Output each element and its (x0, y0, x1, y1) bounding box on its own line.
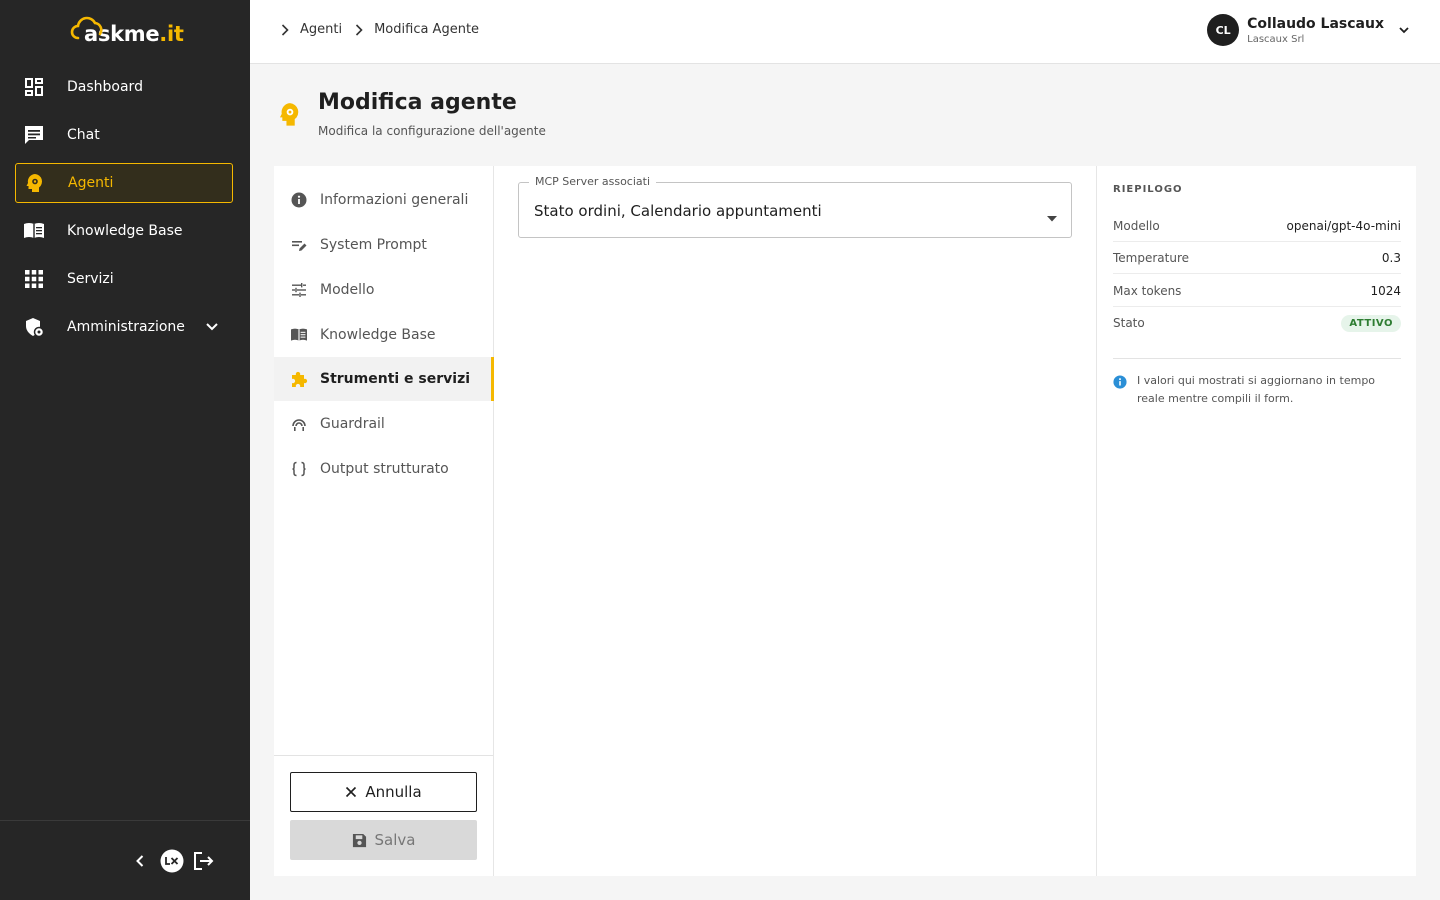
chevron-right-icon (280, 23, 290, 36)
tab-label: Informazioni generali (320, 192, 469, 208)
edit-lines-icon (290, 236, 308, 254)
sidebar-item-label: Amministrazione (67, 319, 185, 335)
sidebar-item-label: Chat (67, 127, 100, 143)
summary-key: Stato (1113, 316, 1145, 330)
tab-label: Output strutturato (320, 461, 449, 477)
admin-shield-icon (23, 316, 45, 338)
page-subtitle: Modifica la configurazione dell'agente (318, 124, 546, 138)
summary-row-max-tokens: Max tokens 1024 (1113, 275, 1401, 307)
logout-icon[interactable] (192, 849, 216, 873)
tab-label: Guardrail (320, 416, 385, 432)
summary-value: openai/gpt-4o-mini (1286, 218, 1401, 233)
section-tabs: Informazioni generali System Prompt Mode… (274, 166, 494, 876)
sidebar-item-label: Servizi (67, 271, 114, 287)
agent-head-icon (24, 172, 46, 194)
info-icon (290, 191, 308, 209)
summary-value: 0.3 (1381, 250, 1401, 265)
summary-row-stato: Stato ATTIVO (1113, 307, 1401, 339)
chat-icon (23, 124, 45, 146)
chevron-down-icon[interactable] (205, 319, 219, 338)
sidebar-item-knowledge-base[interactable]: Knowledge Base (15, 211, 233, 251)
save-label: Salva (374, 831, 416, 849)
user-org: Lascaux Srl (1247, 33, 1305, 45)
tab-label: Strumenti e servizi (320, 371, 471, 387)
sidebar-item-chat[interactable]: Chat (15, 115, 233, 155)
puzzle-icon (290, 370, 308, 388)
form-actions: Annulla Salva (274, 755, 493, 876)
summary-key: Max tokens (1113, 283, 1182, 298)
breadcrumb-item-current: Modifica Agente (374, 22, 480, 37)
summary-key: Modello (1113, 218, 1160, 233)
summary-row-modello: Modello openai/gpt-4o-mini (1113, 210, 1401, 242)
cancel-button[interactable]: Annulla (290, 772, 477, 812)
lx-logo-icon (160, 849, 184, 873)
close-icon (345, 786, 357, 798)
chevron-down-icon[interactable] (1398, 21, 1410, 40)
tab-informazioni-generali[interactable]: Informazioni generali (274, 178, 494, 222)
divider (1113, 358, 1401, 359)
tab-guardrail[interactable]: Guardrail (274, 402, 494, 446)
user-menu[interactable]: CL Collaudo Lascaux Lascaux Srl (1207, 14, 1410, 46)
sidebar-item-dashboard[interactable]: Dashboard (15, 67, 233, 107)
summary-row-temperature: Temperature 0.3 (1113, 242, 1401, 274)
summary-panel: RIEPILOGO Modello openai/gpt-4o-mini Tem… (1096, 166, 1416, 876)
sidebar: askme.it Dashboard Chat Agenti Knowledge… (0, 0, 250, 900)
chevron-left-icon[interactable] (128, 849, 152, 873)
status-badge: ATTIVO (1341, 314, 1401, 332)
page-title: Modifica agente (318, 90, 517, 115)
sidebar-item-label: Knowledge Base (67, 223, 183, 239)
form-panel: MCP Server associati Stato ordini, Calen… (494, 166, 1096, 876)
save-button[interactable]: Salva (290, 820, 477, 860)
chevron-right-icon (354, 23, 364, 36)
book-icon (23, 220, 45, 242)
avatar: CL (1207, 14, 1240, 46)
tune-icon (290, 281, 308, 299)
mcp-server-label: MCP Server associati (529, 175, 657, 188)
tab-knowledge-base[interactable]: Knowledge Base (274, 313, 494, 357)
sidebar-item-amministrazione[interactable]: Amministrazione (15, 307, 233, 347)
grid-icon (23, 268, 45, 290)
sidebar-item-label: Dashboard (67, 79, 143, 95)
mcp-server-value: Stato ordini, Calendario appuntamenti (534, 202, 822, 220)
tab-output-strutturato[interactable]: Output strutturato (274, 447, 494, 491)
user-name: Collaudo Lascaux (1247, 15, 1384, 32)
dropdown-arrow-icon (1047, 207, 1057, 226)
mcp-server-select[interactable]: MCP Server associati Stato ordini, Calen… (518, 175, 1072, 238)
guardrail-icon (290, 415, 308, 433)
braces-icon (290, 460, 308, 478)
sidebar-footer (0, 820, 250, 900)
dashboard-icon (23, 76, 45, 98)
book-icon (290, 326, 308, 344)
summary-title: RIEPILOGO (1113, 184, 1183, 195)
tab-modello[interactable]: Modello (274, 268, 494, 312)
app-logo[interactable]: askme.it (70, 16, 184, 50)
sidebar-item-agenti[interactable]: Agenti (15, 163, 233, 203)
cloud-logo-icon (70, 16, 103, 40)
breadcrumb: Agenti Modifica Agente (280, 22, 491, 37)
tab-system-prompt[interactable]: System Prompt (274, 223, 494, 267)
summary-note: I valori qui mostrati si aggiornano in t… (1113, 372, 1401, 408)
tab-label: Modello (320, 282, 375, 298)
top-bar: Agenti Modifica Agente CL Collaudo Lasca… (250, 0, 1440, 64)
cancel-label: Annulla (365, 783, 422, 801)
user-info: Collaudo Lascaux Lascaux Srl (1247, 16, 1384, 45)
sidebar-item-servizi[interactable]: Servizi (15, 259, 233, 299)
save-icon (352, 833, 367, 848)
tab-label: Knowledge Base (320, 327, 436, 343)
breadcrumb-item-agenti[interactable]: Agenti (300, 22, 342, 37)
agent-head-icon (278, 102, 302, 132)
tab-label: System Prompt (320, 237, 427, 253)
sidebar-item-label: Agenti (68, 175, 114, 191)
info-icon (1113, 375, 1127, 408)
summary-key: Temperature (1113, 250, 1190, 265)
summary-value: 1024 (1370, 283, 1401, 298)
tab-strumenti-e-servizi[interactable]: Strumenti e servizi (274, 357, 494, 401)
summary-note-text: I valori qui mostrati si aggiornano in t… (1137, 374, 1376, 405)
